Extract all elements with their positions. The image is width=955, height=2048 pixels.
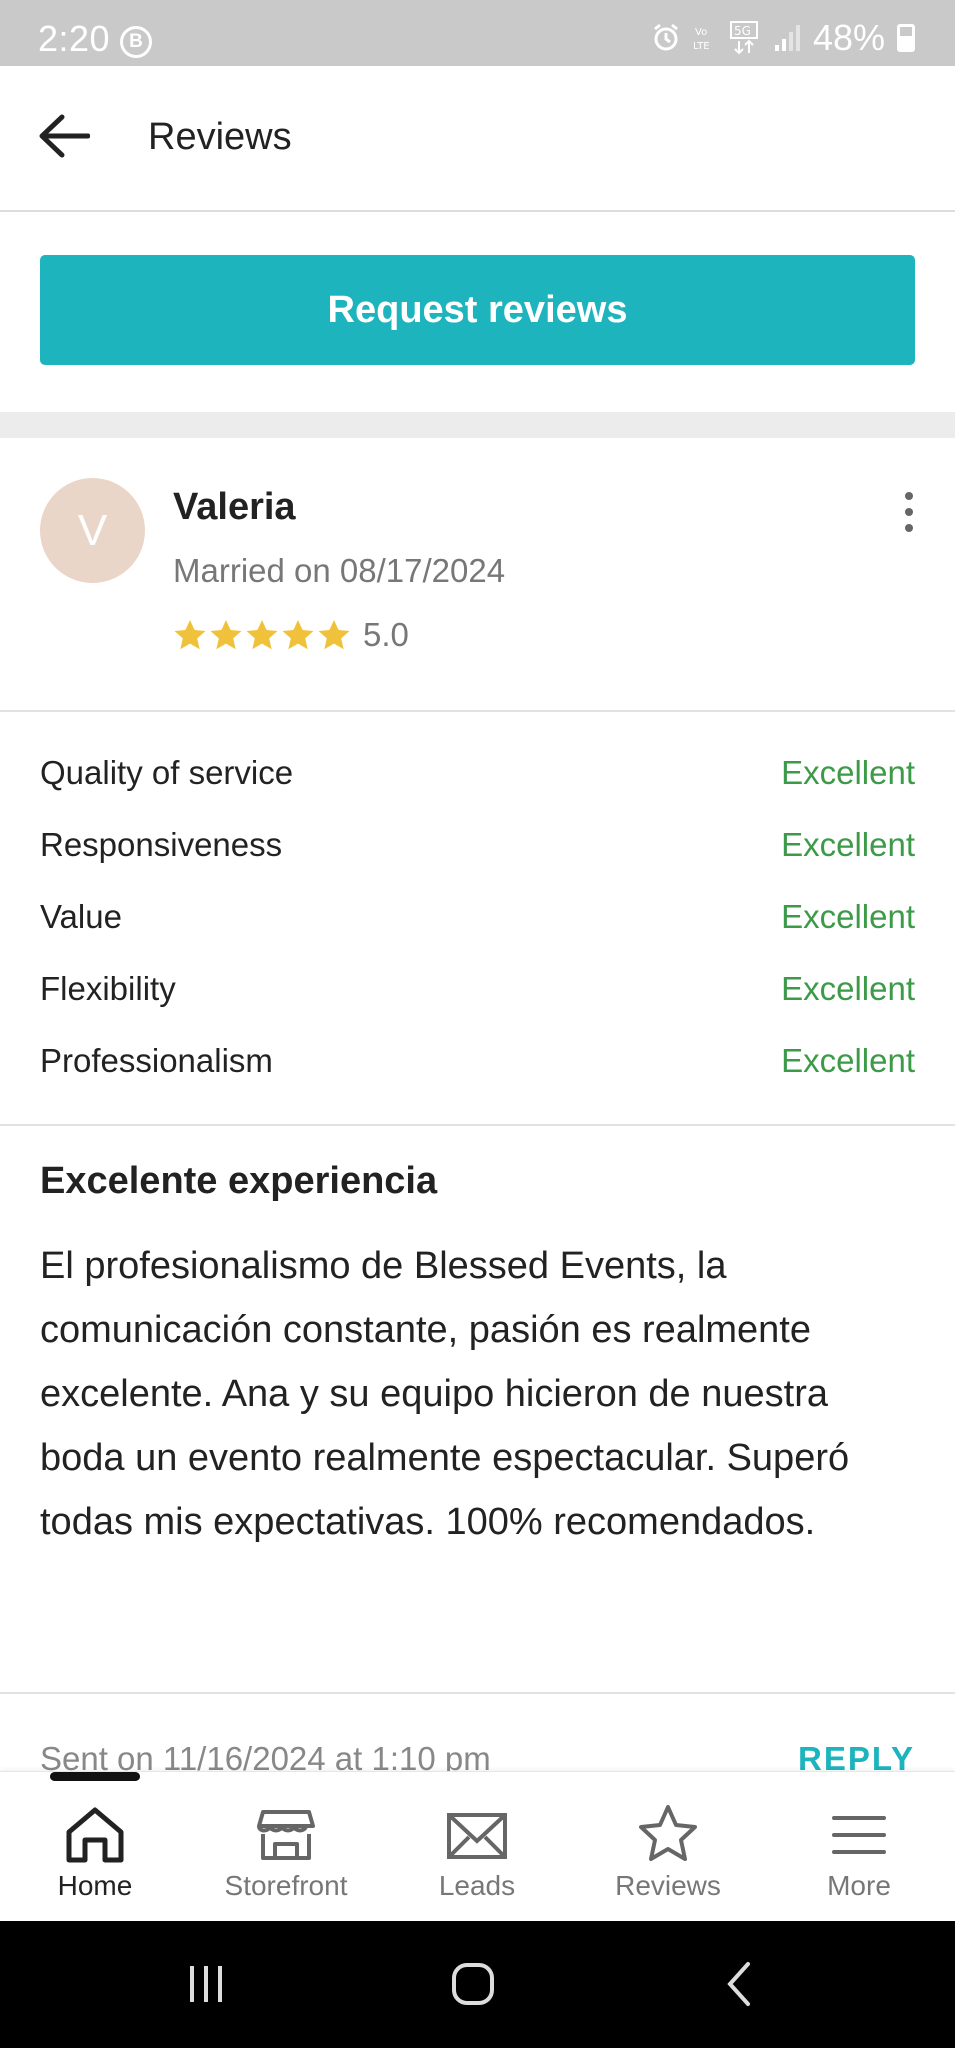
home-circle-icon bbox=[452, 1963, 494, 2005]
home-icon bbox=[66, 1807, 124, 1863]
more-options-button[interactable] bbox=[891, 486, 927, 538]
nav-label: Home bbox=[57, 1870, 133, 1901]
rating-stars bbox=[173, 618, 351, 652]
nav-label: Reviews bbox=[615, 1870, 721, 1901]
status-bar: 2:20 B Vo LTE 5G 48% bbox=[0, 0, 955, 66]
signal-icon bbox=[773, 22, 801, 54]
home-system-button[interactable] bbox=[433, 1951, 513, 2017]
criteria-row: Responsiveness Excellent bbox=[40, 820, 915, 870]
back-system-button[interactable] bbox=[700, 1951, 780, 2017]
svg-text:Vo: Vo bbox=[695, 27, 707, 38]
nav-label: More bbox=[827, 1870, 891, 1901]
svg-text:5G: 5G bbox=[734, 24, 751, 38]
kebab-dot bbox=[905, 524, 913, 532]
star-filled-icon bbox=[282, 620, 314, 650]
system-nav-bar bbox=[0, 1921, 955, 2048]
criteria-value: Excellent bbox=[781, 754, 915, 791]
status-b-badge: B bbox=[120, 26, 152, 58]
criteria-row: Flexibility Excellent bbox=[40, 964, 915, 1014]
criteria-label: Professionalism bbox=[40, 1042, 273, 1079]
nav-more[interactable]: More bbox=[764, 1772, 954, 1922]
menu-icon bbox=[832, 1816, 886, 1854]
criteria-label: Flexibility bbox=[40, 970, 176, 1007]
star-icon bbox=[639, 1805, 697, 1861]
criteria-row: Professionalism Excellent bbox=[40, 1036, 915, 1086]
married-date: Married on 08/17/2024 bbox=[173, 552, 506, 589]
page-title: Reviews bbox=[148, 116, 292, 158]
status-time: 2:20 bbox=[38, 18, 111, 59]
criteria-value: Excellent bbox=[781, 826, 915, 863]
nav-label: Leads bbox=[438, 1870, 516, 1901]
criteria-label: Value bbox=[40, 898, 122, 935]
request-reviews-button[interactable]: Request reviews bbox=[40, 255, 915, 365]
svg-text:LTE: LTE bbox=[693, 41, 710, 52]
nav-home[interactable]: Home bbox=[0, 1772, 190, 1922]
chevron-left-icon bbox=[727, 1962, 750, 2006]
criteria-value: Excellent bbox=[781, 898, 915, 935]
section-divider bbox=[0, 412, 955, 438]
envelope-icon bbox=[447, 1813, 507, 1859]
recents-icon bbox=[190, 1966, 222, 2002]
rating-value: 5.0 bbox=[363, 616, 409, 653]
bottom-nav: Home Storefront Leads Reviews More bbox=[0, 1771, 955, 1921]
battery-percent: 48% bbox=[812, 17, 885, 58]
app-bar: Reviews bbox=[0, 66, 955, 212]
reviewer-name: Valeria bbox=[173, 486, 296, 528]
alarm-icon bbox=[651, 22, 681, 54]
criteria-value: Excellent bbox=[781, 1042, 915, 1079]
criteria-row: Value Excellent bbox=[40, 892, 915, 942]
kebab-dot bbox=[905, 508, 913, 516]
star-filled-icon bbox=[318, 620, 350, 650]
arrow-left-icon bbox=[39, 114, 90, 158]
kebab-menu-icon bbox=[905, 492, 913, 500]
battery-icon bbox=[897, 24, 915, 52]
recent-apps-button[interactable] bbox=[166, 1951, 246, 2017]
status-icons: Vo LTE 5G 48% bbox=[651, 17, 915, 58]
nav-reviews[interactable]: Reviews bbox=[573, 1772, 763, 1922]
volte-icon: Vo LTE bbox=[693, 22, 717, 54]
review-text: El profesionalismo de Blessed Events, la… bbox=[40, 1245, 850, 1543]
criteria-value: Excellent bbox=[781, 970, 915, 1007]
criteria-label: Responsiveness bbox=[40, 826, 283, 863]
review-content: Excelente experiencia El profesionalismo… bbox=[0, 1126, 955, 1694]
avatar: V bbox=[40, 478, 145, 583]
star-filled-icon bbox=[210, 620, 242, 650]
star-filled-icon bbox=[174, 620, 206, 650]
rating-criteria: Quality of service Excellent Responsiven… bbox=[0, 712, 955, 1126]
review-title: Excelente experiencia bbox=[40, 1160, 438, 1202]
criteria-row: Quality of service Excellent bbox=[40, 748, 915, 798]
back-button[interactable] bbox=[28, 100, 100, 172]
5g-icon: 5G bbox=[729, 21, 761, 55]
rating: 5.0 bbox=[173, 616, 409, 654]
storefront-icon bbox=[257, 1810, 315, 1860]
star-filled-icon bbox=[246, 620, 278, 650]
request-section: Request reviews bbox=[0, 212, 955, 412]
nav-leads[interactable]: Leads bbox=[382, 1772, 572, 1922]
nav-storefront[interactable]: Storefront bbox=[191, 1772, 381, 1922]
criteria-label: Quality of service bbox=[40, 754, 294, 791]
review-header: V Valeria Married on 08/17/2024 5.0 bbox=[0, 438, 955, 712]
active-tab-indicator bbox=[50, 1772, 140, 1781]
nav-label: Storefront bbox=[224, 1870, 348, 1901]
review-footer: Sent on 11/16/2024 at 1:10 pm REPLY bbox=[0, 1694, 955, 1777]
